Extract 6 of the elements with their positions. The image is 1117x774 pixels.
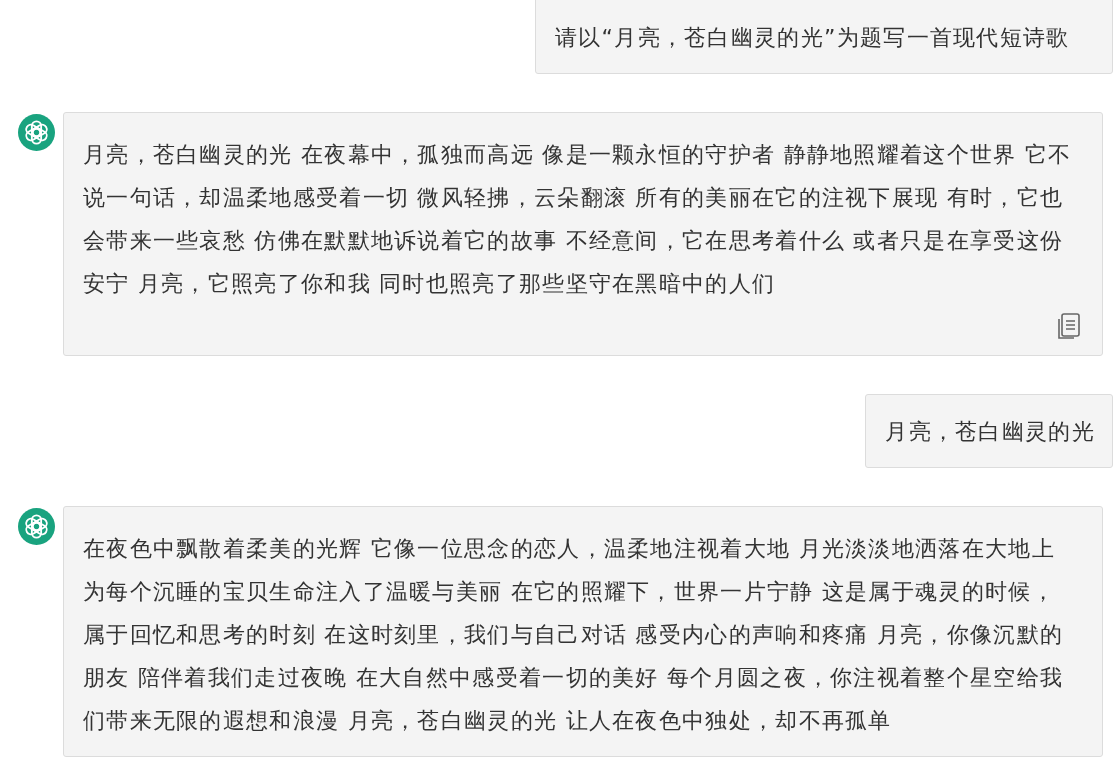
assistant-avatar-icon — [18, 508, 55, 545]
assistant-message-text: 月亮，苍白幽灵的光 在夜幕中，孤独而高远 像是一颗永恒的守护者 静静地照耀着这个世界 它不说一句话，却温柔地感受着一切 微风轻拂，云朵翻滚 所有的美丽在它的注视下展现 有时，它也会带来一些哀愁 仿佛在默默地诉说着它的故事 不经意间，它在思考着什么 或者只是在享受这份安宁 月亮，它照亮了你和我 同时也照亮了那些坚守在黑暗中的人们 — [83, 141, 1073, 298]
assistant-message-text: 在夜色中飘散着柔美的光辉 它像一位思念的恋人，温柔地注视着大地 月光淡淡地洒落在大地上为每个沉睡的宝贝生命注入了温暖与美丽 在它的照耀下，世界一片宁静 这是属于魂灵的时候，属于回忆和思考的时刻 在这时刻里，我们与自己对话 感受内心的声响和疼痛 月亮，你像沉默的朋友 陪伴着我们走过夜晚 在大自然中感受着一切的美好 每个月圆之夜，你注视着整个星空给我们带来无限的遐想和浪漫 月亮，苍白幽灵的光 让人在夜色中独处，却不再孤单 — [83, 535, 1065, 735]
assistant-avatar-icon — [18, 114, 55, 151]
user-message: 请以“月亮，苍白幽灵的光”为题写一首现代短诗歌 — [535, 0, 1113, 74]
user-message: 月亮，苍白幽灵的光 — [865, 394, 1113, 468]
